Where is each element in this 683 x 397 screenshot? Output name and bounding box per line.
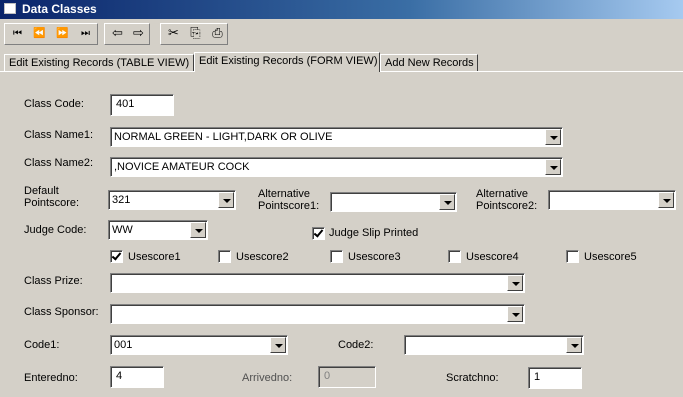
class-prize-combo[interactable]	[110, 273, 525, 293]
default-pointscore-value: 321	[112, 194, 131, 206]
window-title: Data Classes	[22, 2, 97, 16]
tab-table-view[interactable]: Edit Existing Records (TABLE VIEW)	[4, 54, 194, 71]
code1-label: Code1:	[24, 339, 60, 351]
toolbar: ⏮ ⏪ ⏩ ⏭ ⇦ ⇨ ✂ ⎘ ⎙	[0, 19, 683, 49]
alt-pointscore2-combo[interactable]	[548, 190, 676, 210]
class-name1-combo[interactable]: NORMAL GREEN - LIGHT,DARK OR OLIVE	[110, 127, 563, 147]
copy-button[interactable]: ⎘	[185, 25, 204, 43]
chevron-down-icon[interactable]	[439, 194, 455, 210]
alt-pointscore2-label-line2: Pointscore2:	[476, 200, 538, 212]
chevron-down-icon[interactable]	[658, 192, 674, 208]
enteredno-label: Enteredno:	[24, 372, 78, 384]
alt-pointscore1-label: Alternative Pointscore1:	[258, 188, 319, 212]
back-button[interactable]: ⇦	[107, 25, 126, 43]
judge-code-value: WW	[112, 224, 133, 236]
last-record-button[interactable]: ⏭	[75, 25, 94, 43]
chevron-down-icon[interactable]	[566, 337, 582, 353]
record-navigation-group: ⏮ ⏪ ⏩ ⏭	[4, 23, 98, 45]
default-pointscore-label-line2: Pointscore:	[24, 197, 80, 209]
usescore2-checkbox[interactable]	[218, 250, 231, 263]
paste-button[interactable]: ⎙	[207, 25, 226, 43]
chevron-down-icon[interactable]	[270, 337, 286, 353]
chevron-down-icon[interactable]	[545, 159, 561, 175]
alt-pointscore2-label: Alternative Pointscore2:	[476, 188, 537, 212]
class-name2-combo[interactable]: ,NOVICE AMATEUR COCK	[110, 157, 563, 177]
alt-pointscore2-label-line1: Alternative	[476, 188, 528, 200]
usescore1-checkbox[interactable]	[110, 250, 123, 263]
scratchno-field[interactable]: 1	[528, 367, 582, 389]
usescore4-checkbox[interactable]	[448, 250, 461, 263]
chevron-down-icon[interactable]	[507, 306, 523, 322]
usescore5-label: Usescore5	[584, 251, 637, 263]
next-record-button[interactable]: ⏩	[52, 25, 71, 43]
app-icon	[4, 3, 16, 14]
usescore3-checkbox[interactable]	[330, 250, 343, 263]
tab-strip: Edit Existing Records (TABLE VIEW) Edit …	[0, 52, 683, 72]
chevron-down-icon[interactable]	[545, 129, 561, 145]
class-name2-label: Class Name2:	[24, 157, 94, 169]
usescore3-label: Usescore3	[348, 251, 401, 263]
judge-slip-printed-label: Judge Slip Printed	[329, 227, 419, 239]
arrivedno-label: Arrivedno:	[242, 372, 293, 384]
usescore1-label: Usescore1	[128, 251, 181, 263]
default-pointscore-label: Default Pointscore:	[24, 185, 79, 209]
tab-form-view[interactable]: Edit Existing Records (FORM VIEW)	[194, 52, 380, 72]
class-sponsor-combo[interactable]	[110, 304, 525, 324]
first-record-button[interactable]: ⏮	[7, 25, 26, 43]
class-code-field[interactable]: 401	[110, 94, 174, 116]
cut-button[interactable]: ✂	[163, 25, 182, 43]
code2-label: Code2:	[338, 339, 374, 351]
judge-code-label: Judge Code:	[24, 224, 87, 236]
alt-pointscore1-combo[interactable]	[330, 192, 457, 212]
scratchno-label: Scratchno:	[446, 372, 499, 384]
tab-add-new-records[interactable]: Add New Records	[380, 54, 478, 71]
code2-combo[interactable]	[404, 335, 584, 355]
alt-pointscore1-label-line2: Pointscore1:	[258, 200, 320, 212]
judge-slip-printed-checkbox[interactable]	[312, 227, 325, 240]
forward-button[interactable]: ⇨	[128, 25, 147, 43]
code1-value: 001	[114, 339, 133, 351]
chevron-down-icon[interactable]	[507, 275, 523, 291]
alt-pointscore1-label-line1: Alternative	[258, 188, 310, 200]
class-name1-value: NORMAL GREEN - LIGHT,DARK OR OLIVE	[114, 131, 333, 143]
usescore2-label: Usescore2	[236, 251, 289, 263]
default-pointscore-label-line1: Default	[24, 185, 59, 197]
class-sponsor-label: Class Sponsor:	[24, 306, 99, 318]
usescore4-label: Usescore4	[466, 251, 519, 263]
arrivedno-field: 0	[318, 366, 376, 388]
class-name2-value: ,NOVICE AMATEUR COCK	[114, 161, 250, 173]
class-code-label: Class Code:	[24, 98, 84, 110]
previous-record-button[interactable]: ⏪	[29, 25, 48, 43]
chevron-down-icon[interactable]	[218, 192, 234, 208]
chevron-down-icon[interactable]	[190, 222, 206, 238]
enteredno-field[interactable]: 4	[110, 366, 164, 388]
history-group: ⇦ ⇨	[104, 23, 150, 45]
clipboard-group: ✂ ⎘ ⎙	[160, 23, 228, 45]
title-bar: Data Classes	[0, 0, 683, 19]
class-name1-label: Class Name1:	[24, 129, 94, 141]
default-pointscore-combo[interactable]: 321	[108, 190, 236, 210]
code1-combo[interactable]: 001	[110, 335, 288, 355]
judge-code-combo[interactable]: WW	[108, 220, 208, 240]
class-prize-label: Class Prize:	[24, 275, 83, 287]
usescore5-checkbox[interactable]	[566, 250, 579, 263]
